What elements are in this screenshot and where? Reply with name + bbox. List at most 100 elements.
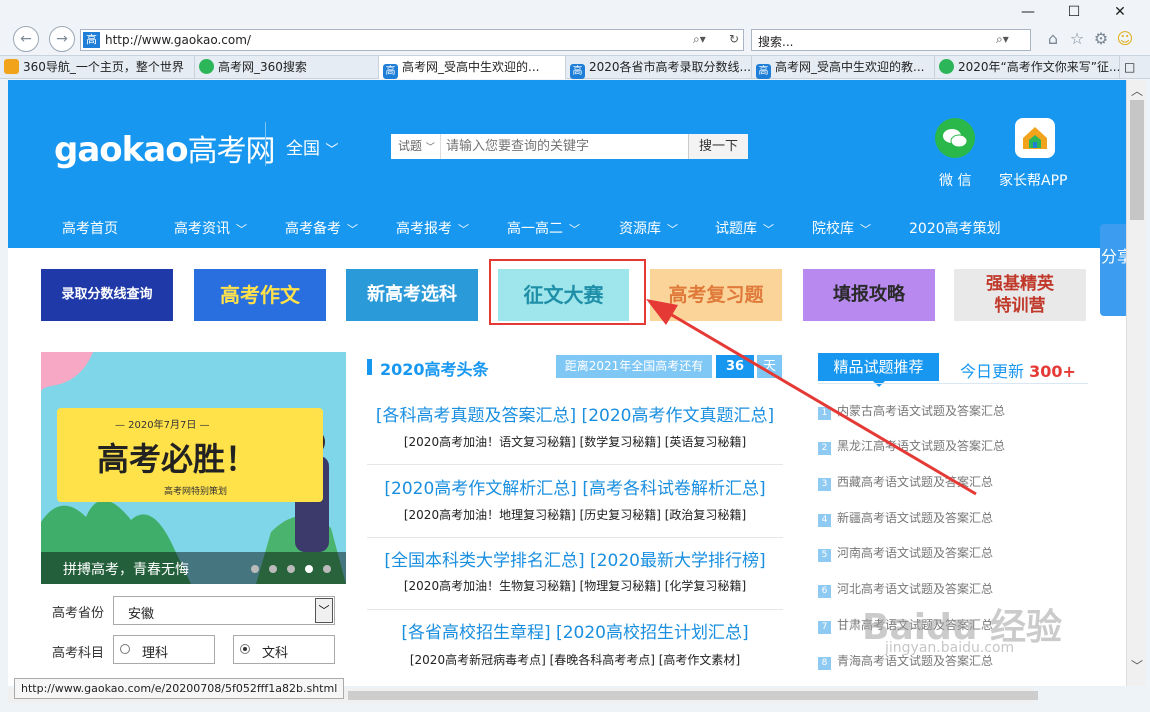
address-url[interactable]: http://www.gaokao.com/ — [105, 33, 251, 47]
share-button[interactable]: 分享 — [1100, 224, 1126, 316]
province-label: 高考省份 — [52, 606, 105, 621]
scroll-down-icon[interactable]: ﹀ — [1131, 657, 1143, 674]
chevron-down-icon: ﹀ — [569, 223, 580, 236]
headline-link[interactable]: [全国本科类大学排名汇总] [2020最新大学排行榜] — [367, 546, 783, 571]
address-bar[interactable]: 高 http://www.gaokao.com/ ⌕▾ ↻ — [80, 29, 744, 51]
nav-apply[interactable]: 高考报考 ﹀ — [396, 218, 469, 238]
vertical-scrollbar[interactable]: ︿ ﹀ — [1126, 80, 1146, 686]
science-radio[interactable]: 理科 — [113, 635, 215, 664]
chevron-down-icon: ﹀ — [347, 223, 358, 236]
browser-search-placeholder[interactable]: 搜索... — [758, 33, 793, 50]
nav-home[interactable]: 高考首页 — [62, 218, 118, 238]
scroll-thumb[interactable] — [1130, 100, 1144, 220]
radio-checked-icon — [240, 644, 250, 654]
web-page: gaokao高考网 全国 ﹀ 试题 ﹀ 搜一下 微 信 家长帮APP 高考首页 … — [8, 80, 1126, 686]
slide-dot[interactable] — [251, 565, 259, 573]
gear-icon[interactable]: ⚙ — [1090, 29, 1112, 48]
nav-resources[interactable]: 资源库 ﹀ — [619, 218, 678, 238]
tab-360-search[interactable]: 高考网_360搜索 — [195, 56, 379, 79]
search-button[interactable]: 搜一下 — [688, 134, 748, 159]
banner-new-subjects[interactable]: 新高考选科 — [346, 269, 478, 321]
headline-link[interactable]: [各省高校招生章程] [2020高校招生计划汇总] — [367, 618, 783, 643]
refresh-icon[interactable]: ↻ — [729, 32, 739, 46]
tab-favicon-icon — [199, 59, 214, 74]
rec-item[interactable]: 4 新疆高考语文试题及答案汇总 — [818, 509, 993, 527]
forward-arrow-icon: → — [56, 31, 68, 47]
tab-essay-contest[interactable]: 2020年“高考作文你来写”征... — [935, 56, 1120, 79]
back-arrow-icon: ← — [20, 31, 32, 47]
tab-gaokao-active[interactable]: 高高考网_受高中生欢迎的... — [379, 56, 566, 79]
chevron-down-icon: ﹀ — [325, 143, 339, 158]
nav-prep[interactable]: 高考备考 ﹀ — [285, 218, 358, 238]
rec-item[interactable]: 6 河北高考语文试题及答案汇总 — [818, 580, 993, 598]
status-bar-url: http://www.gaokao.com/e/20200708/5f052ff… — [14, 678, 345, 699]
slide-dot[interactable] — [323, 565, 331, 573]
chevron-down-icon: ﹀ — [667, 223, 678, 236]
baidu-watermark-url: jingyan.baidu.com — [885, 640, 1015, 656]
slide-caption: 拼搏高考，青春无悔 — [41, 552, 346, 584]
new-tab-icon: □ — [1124, 60, 1136, 74]
tab-favicon-icon — [939, 59, 954, 74]
liberal-arts-radio[interactable]: 文科 — [233, 635, 335, 664]
scroll-up-icon[interactable]: ︿ — [1131, 82, 1143, 99]
site-logo[interactable]: gaokao高考网 — [54, 126, 276, 170]
headline-sublinks[interactable]: [2020高考加油！地理复习秘籍] [历史复习秘籍] [政治复习秘籍] — [367, 506, 783, 523]
site-search-box: 试题 ﹀ 搜一下 — [391, 134, 748, 159]
hero-slideshow[interactable]: — 2020年7月7日 — 高考必胜！ 高考网特别策划 拼搏高考，青春无悔 — [41, 352, 346, 584]
favorites-star-icon[interactable]: ☆ — [1066, 29, 1088, 48]
nav-colleges[interactable]: 院校库 ﹀ — [812, 218, 871, 238]
site-search-input[interactable] — [446, 136, 676, 157]
radio-circle-icon — [120, 644, 130, 654]
subject-label: 高考科目 — [52, 646, 105, 661]
headline-sublinks[interactable]: [2020高考加油！生物复习秘籍] [物理复习秘籍] [化学复习秘籍] — [367, 577, 783, 594]
wechat-icon[interactable] — [935, 118, 975, 158]
wechat-label[interactable]: 微 信 — [939, 170, 971, 190]
new-tab-button[interactable]: □ — [1120, 56, 1150, 79]
main-nav: 高考首页 高考资讯 ﹀ 高考备考 ﹀ 高考报考 ﹀ 高一高二 ﹀ 资源库 ﹀ 试题库 ﹀ 院… — [8, 208, 1126, 248]
rec-item[interactable]: 5 河南高考语文试题及答案汇总 — [818, 544, 993, 562]
headline-divider — [367, 537, 783, 538]
slide-dot[interactable] — [287, 565, 295, 573]
highlight-annotation-box — [489, 259, 646, 325]
tab-gaokao-edu[interactable]: 高高考网_受高中生欢迎的教... — [752, 56, 935, 79]
nav-2020-special[interactable]: 2020高考策划 — [909, 218, 1001, 238]
banner-score-query[interactable]: 录取分数线查询 — [41, 269, 173, 321]
nav-news[interactable]: 高考资讯 ﹀ — [174, 218, 247, 238]
parent-app-icon[interactable] — [1015, 118, 1055, 158]
tab-favicon-icon: 高 — [383, 64, 398, 79]
search-category-select[interactable]: 试题 ﹀ — [391, 134, 441, 159]
region-selector[interactable]: 全国 ﹀ — [286, 134, 338, 159]
chevron-down-icon: ﹀ — [236, 223, 247, 236]
slide-card: — 2020年7月7日 — 高考必胜！ 高考网特别策划 — [57, 408, 323, 502]
nav-exam-bank[interactable]: 试题库 ﹀ — [715, 218, 774, 238]
back-button[interactable]: ← — [13, 26, 39, 52]
tab-360-nav[interactable]: 360导航_一个主页，整个世界 — [0, 56, 195, 79]
tab-favicon-icon: 高 — [756, 64, 771, 79]
annotation-arrow — [646, 299, 977, 496]
maximize-button[interactable]: ☐ — [1062, 4, 1086, 20]
banner-essay[interactable]: 高考作文 — [194, 269, 326, 321]
tab-score-lines[interactable]: 高 2020各省市高考录取分数线... — [566, 56, 752, 79]
hscroll-thumb[interactable] — [348, 691, 1038, 700]
slide-dot[interactable] — [269, 565, 277, 573]
tab-bar: 360导航_一个主页，整个世界 高考网_360搜索 高高考网_受高中生欢迎的..… — [0, 55, 1150, 79]
chevron-down-icon: ﹀ — [763, 223, 774, 236]
slide-dot-active[interactable] — [305, 565, 313, 573]
site-favicon-icon: 高 — [83, 32, 100, 48]
chevron-down-icon: ﹀ — [860, 223, 871, 236]
search-dropdown-icon[interactable]: ⌕▾ — [693, 32, 706, 47]
parent-app-label[interactable]: 家长帮APP — [999, 170, 1067, 190]
headline-sublinks[interactable]: [2020高考新冠病毒考点] [春晚各科高考考点] [高考作文素材] — [367, 651, 783, 668]
browser-search-box[interactable]: 搜索... ⌕▾ — [751, 29, 1031, 51]
smiley-feedback-icon[interactable]: ☺ — [1114, 29, 1136, 48]
chevron-down-icon[interactable]: ﹀ — [315, 598, 333, 623]
province-select[interactable]: 安徽 ﹀ — [113, 596, 335, 625]
home-icon[interactable]: ⌂ — [1042, 29, 1064, 48]
headline-title-bar — [367, 359, 372, 375]
nav-grade-10-11[interactable]: 高一高二 ﹀ — [507, 218, 580, 238]
logo-divider — [265, 122, 266, 166]
minimize-button[interactable]: — — [1016, 4, 1040, 20]
forward-button[interactable]: → — [49, 26, 75, 52]
close-button[interactable]: ✕ — [1108, 4, 1132, 20]
search-icon[interactable]: ⌕▾ — [996, 32, 1009, 47]
